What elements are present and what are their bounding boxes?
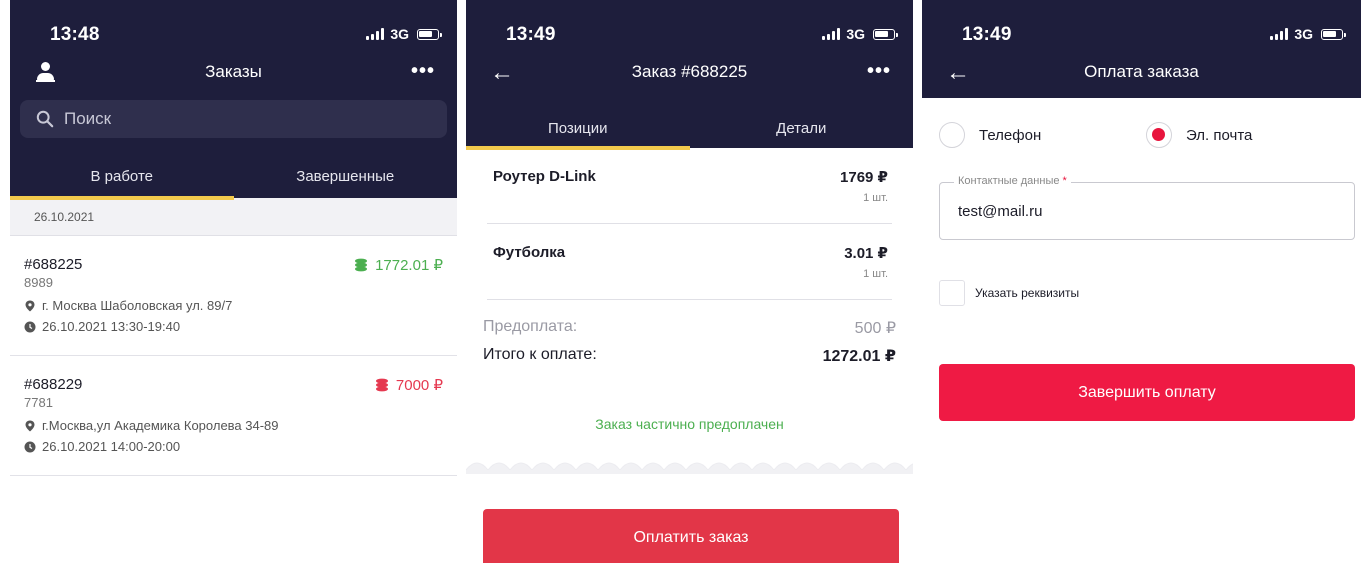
checkbox-box[interactable] bbox=[939, 280, 965, 306]
search-input[interactable]: Поиск bbox=[20, 100, 447, 138]
order-sum-value: 7000 ₽ bbox=[395, 377, 443, 394]
prepay-label: Предоплата: bbox=[483, 318, 578, 335]
signal-status: 3G bbox=[822, 26, 898, 42]
prepay-row: Предоплата: 500 ₽ bbox=[483, 314, 896, 342]
radio-phone-circle[interactable] bbox=[939, 122, 965, 148]
network-type: 3G bbox=[846, 26, 865, 42]
navbar: Заказы ••• bbox=[10, 52, 457, 94]
orders-list-screen: 13:48 3G Заказы ••• Поиск В работе Завер… bbox=[10, 0, 457, 563]
total-label: Итого к оплате: bbox=[483, 346, 597, 363]
order-time-text: 26.10.2021 14:00-20:00 bbox=[42, 439, 181, 454]
pay-order-button[interactable]: Оплатить заказ bbox=[483, 509, 899, 563]
battery-icon bbox=[1321, 28, 1346, 40]
status-time: 13:48 bbox=[50, 24, 100, 45]
coins-icon bbox=[375, 378, 388, 392]
contact-data-label: Контактные данные * bbox=[954, 175, 1071, 187]
radio-email[interactable]: Эл. почта bbox=[1146, 122, 1252, 148]
detail-tabs: Позиции Детали bbox=[466, 106, 913, 150]
status-bar: 13:49 3G bbox=[466, 0, 913, 52]
status-time: 13:49 bbox=[506, 24, 556, 45]
network-type: 3G bbox=[390, 26, 409, 42]
order-card[interactable]: #688229 7781 7000 ₽ г.Москва,ул Академик… bbox=[10, 356, 457, 476]
order-time: 26.10.2021 14:00-20:00 bbox=[24, 439, 443, 454]
location-pin-icon bbox=[25, 300, 35, 311]
order-address-text: г.Москва,ул Академика Королева 34-89 bbox=[42, 418, 279, 433]
navbar: ← Оплата заказа bbox=[922, 52, 1361, 94]
item-quantity: 1 шт. bbox=[863, 268, 888, 280]
header: 13:49 3G ← Заказ #688225 ••• Позиции Дет… bbox=[466, 0, 913, 150]
signal-icon bbox=[366, 28, 385, 40]
status-bar: 13:48 3G bbox=[10, 0, 457, 52]
item-name: Футболка bbox=[493, 244, 566, 261]
item-price: 1769 ₽ bbox=[840, 169, 888, 186]
requisites-checkbox[interactable]: Указать реквизиты bbox=[939, 280, 1079, 306]
radio-phone-label: Телефон bbox=[979, 126, 1042, 144]
status-time: 13:49 bbox=[962, 24, 1012, 45]
receipt-edge-divider bbox=[466, 462, 913, 474]
finish-payment-button[interactable]: Завершить оплату bbox=[939, 364, 1355, 421]
date-header: 26.10.2021 bbox=[10, 198, 457, 236]
signal-icon bbox=[1270, 28, 1289, 40]
radio-phone[interactable]: Телефон bbox=[939, 122, 1041, 148]
order-time-text: 26.10.2021 13:30-19:40 bbox=[42, 319, 181, 334]
coins-icon bbox=[355, 258, 368, 272]
signal-icon bbox=[822, 28, 841, 40]
search-icon bbox=[36, 110, 54, 128]
item-name: Роутер D-Link bbox=[493, 168, 596, 185]
header: 13:48 3G Заказы ••• Поиск В работе Завер… bbox=[10, 0, 457, 200]
navbar: ← Заказ #688225 ••• bbox=[466, 52, 913, 94]
order-address-text: г. Москва Шаболовская ул. 89/7 bbox=[42, 298, 233, 313]
order-sum: 7000 ₽ bbox=[374, 376, 443, 394]
line-item: Роутер D-Link 1769 ₽ 1 шт. bbox=[487, 148, 892, 224]
total-value: 1272.01 ₽ bbox=[822, 348, 896, 365]
order-address: г.Москва,ул Академика Королева 34-89 bbox=[24, 418, 443, 433]
order-sum-value: 1772.01 ₽ bbox=[375, 257, 443, 274]
page-title: Оплата заказа bbox=[1084, 62, 1199, 81]
location-pin-icon bbox=[25, 420, 35, 431]
status-bar: 13:49 3G bbox=[922, 0, 1361, 52]
contact-data-value[interactable]: test@mail.ru bbox=[958, 203, 1042, 220]
required-marker: * bbox=[1062, 175, 1067, 187]
line-item: Футболка 3.01 ₽ 1 шт. bbox=[487, 224, 892, 300]
signal-status: 3G bbox=[366, 26, 442, 42]
page-title: Заказы bbox=[205, 62, 262, 81]
item-price: 3.01 ₽ bbox=[844, 245, 888, 262]
order-time: 26.10.2021 13:30-19:40 bbox=[24, 319, 443, 334]
battery-icon bbox=[873, 28, 898, 40]
radio-email-circle[interactable] bbox=[1146, 122, 1172, 148]
prepay-value: 500 ₽ bbox=[854, 320, 896, 337]
clock-icon bbox=[24, 321, 36, 332]
order-code: 7781 bbox=[24, 395, 53, 410]
more-icon[interactable]: ••• bbox=[867, 60, 891, 83]
page-title: Заказ #688225 bbox=[631, 62, 748, 81]
order-details-screen: 13:49 3G ← Заказ #688225 ••• Позиции Дет… bbox=[466, 0, 913, 563]
contact-data-field[interactable]: Контактные данные * test@mail.ru bbox=[939, 175, 1355, 240]
order-card[interactable]: #688225 8989 1772.01 ₽ г. Москва Шаболов… bbox=[10, 236, 457, 356]
order-sum: 1772.01 ₽ bbox=[353, 256, 443, 274]
order-code: 8989 bbox=[24, 275, 53, 290]
tab-completed[interactable]: Завершенные bbox=[234, 152, 458, 200]
tab-details[interactable]: Детали bbox=[690, 106, 914, 150]
battery-icon bbox=[417, 28, 442, 40]
contact-data-label-text: Контактные данные bbox=[958, 175, 1060, 187]
order-tabs: В работе Завершенные bbox=[10, 152, 457, 200]
contact-method-radios: Телефон Эл. почта bbox=[922, 98, 1361, 178]
signal-status: 3G bbox=[1270, 26, 1346, 42]
clock-icon bbox=[24, 441, 36, 452]
more-icon[interactable]: ••• bbox=[411, 60, 435, 83]
network-type: 3G bbox=[1294, 26, 1313, 42]
requisites-label: Указать реквизиты bbox=[975, 286, 1080, 300]
payment-screen: 13:49 3G ← Оплата заказа Телефон Эл. поч… bbox=[922, 0, 1361, 563]
header: 13:49 3G ← Оплата заказа bbox=[922, 0, 1361, 98]
tab-in-progress[interactable]: В работе bbox=[10, 152, 234, 200]
partial-prepaid-note: Заказ частично предоплачен bbox=[595, 416, 784, 432]
item-quantity: 1 шт. bbox=[863, 192, 888, 204]
total-row: Итого к оплате: 1272.01 ₽ bbox=[483, 342, 896, 370]
order-address: г. Москва Шаболовская ул. 89/7 bbox=[24, 298, 443, 313]
radio-email-label: Эл. почта bbox=[1186, 126, 1253, 144]
search-placeholder: Поиск bbox=[64, 109, 112, 128]
tab-positions[interactable]: Позиции bbox=[466, 106, 690, 150]
